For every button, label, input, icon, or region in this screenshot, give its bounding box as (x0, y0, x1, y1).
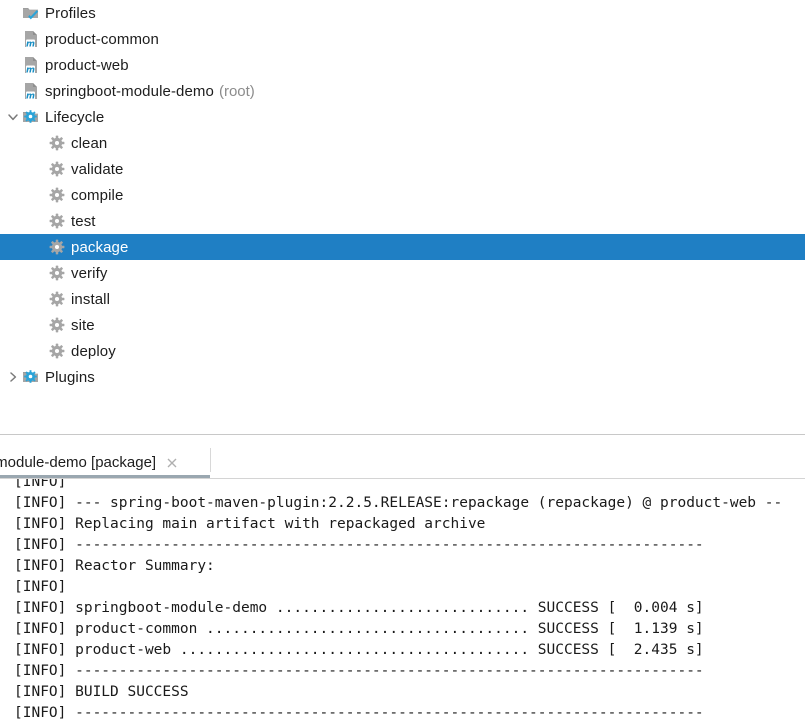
svg-text:m: m (26, 40, 35, 48)
tree-row[interactable]: m product-web (0, 52, 805, 78)
gear-icon (48, 264, 66, 282)
tree-row-label: install (71, 290, 111, 308)
tree-row[interactable]: Profiles (0, 0, 805, 26)
tree-row[interactable]: package (0, 234, 805, 260)
tree-row[interactable]: compile (0, 182, 805, 208)
console-tab-strip: t-module-demo [package] (0, 448, 805, 479)
plugins-folder-icon (22, 368, 40, 386)
tree-row[interactable]: clean (0, 130, 805, 156)
tree-row-label: product-web (45, 56, 129, 74)
gear-icon (48, 238, 66, 256)
tree-row-label: deploy (71, 342, 116, 360)
chevron-down-icon[interactable] (4, 104, 22, 130)
panel-splitter[interactable] (0, 434, 805, 449)
tree-row-label: compile (71, 186, 124, 204)
svg-text:m: m (26, 92, 35, 100)
maven-module-icon: m (22, 82, 40, 100)
console-line: [INFO] springboot-module-demo ..........… (14, 600, 704, 616)
chevron-right-icon[interactable] (4, 364, 22, 390)
console-line: [INFO] BUILD SUCCESS (14, 684, 189, 700)
lifecycle-folder-icon (22, 108, 40, 126)
maven-tool-window: Profiles m product-common m product-web m spri… (0, 0, 805, 434)
tree-row[interactable]: validate (0, 156, 805, 182)
tree-row[interactable]: test (0, 208, 805, 234)
tree-row-label: validate (71, 160, 124, 178)
tree-row[interactable]: deploy (0, 338, 805, 364)
tab-strip-divider (210, 448, 211, 472)
tree-row-label: clean (71, 134, 108, 152)
tree-row-label: test (71, 212, 96, 230)
console-line: [INFO] (14, 479, 67, 490)
active-tab-indicator (0, 475, 210, 478)
console-line: [INFO] ---------------------------------… (14, 705, 704, 721)
console-line: [INFO] Replacing main artifact with repa… (14, 516, 486, 532)
close-icon[interactable] (165, 456, 179, 470)
gear-icon (48, 134, 66, 152)
tree-row-label: springboot-module-demo (45, 82, 214, 100)
tree-row-suffix: (root) (218, 82, 255, 100)
tree-row[interactable]: verify (0, 260, 805, 286)
maven-module-icon: m (22, 56, 40, 74)
tree-row-label: verify (71, 264, 108, 282)
svg-text:m: m (26, 66, 35, 74)
run-tool-window: t-module-demo [package] [INFO] [INFO] ---… (0, 448, 805, 722)
profiles-folder-icon (22, 4, 40, 22)
console-line: [INFO] product-common ..................… (14, 621, 704, 637)
tree-row-label: product-common (45, 30, 159, 48)
tree-row-label: Lifecycle (45, 108, 105, 126)
console-line: [INFO] ---------------------------------… (14, 663, 704, 679)
console-tab[interactable]: t-module-demo [package] (0, 448, 187, 477)
gear-icon (48, 186, 66, 204)
console-line: [INFO] ---------------------------------… (14, 537, 704, 553)
console-line: [INFO] Reactor Summary: (14, 558, 215, 574)
tree-row[interactable]: install (0, 286, 805, 312)
console-tab-label: t-module-demo [package] (0, 454, 157, 471)
console-line: [INFO] (14, 579, 67, 595)
console-line: [INFO] product-web .....................… (14, 642, 704, 658)
tree-row-label: Plugins (45, 368, 95, 386)
tree-row[interactable]: site (0, 312, 805, 338)
console-line: [INFO] --- spring-boot-maven-plugin:2.2.… (14, 495, 783, 511)
tree-row-label: package (71, 238, 129, 256)
tree-row-label: Profiles (45, 4, 96, 22)
tree-row[interactable]: Plugins (0, 364, 805, 390)
gear-icon (48, 160, 66, 178)
gear-icon (48, 342, 66, 360)
build-console-output[interactable]: [INFO] [INFO] --- spring-boot-maven-plugi… (0, 479, 805, 722)
tree-row[interactable]: m product-common (0, 26, 805, 52)
maven-module-icon: m (22, 30, 40, 48)
gear-icon (48, 290, 66, 308)
tree-row-label: site (71, 316, 95, 334)
tree-row[interactable]: Lifecycle (0, 104, 805, 130)
gear-icon (48, 212, 66, 230)
gear-icon (48, 316, 66, 334)
tree-row[interactable]: m springboot-module-demo (root) (0, 78, 805, 104)
